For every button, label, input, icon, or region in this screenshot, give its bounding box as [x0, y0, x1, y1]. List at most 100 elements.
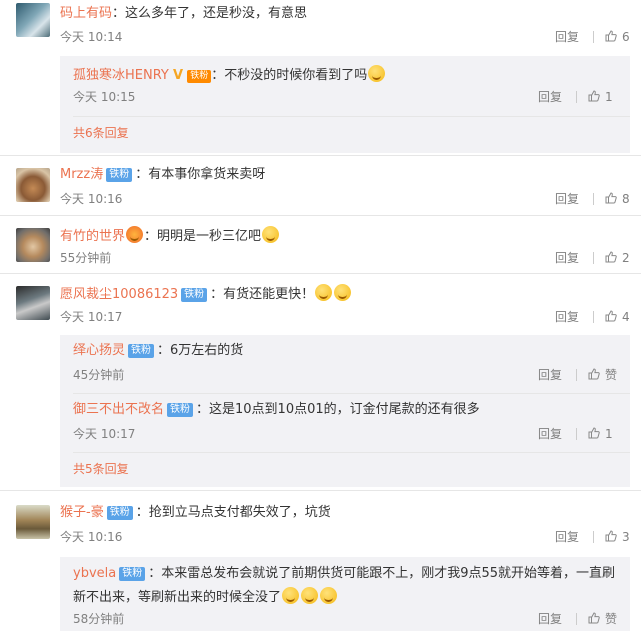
reply-time: 45分钟前: [73, 368, 125, 382]
comment-username[interactable]: 猴子-豪: [60, 505, 104, 520]
like-count: 4: [622, 310, 630, 324]
comment-text: ：抢到立马点支付都失效了，坑货: [135, 505, 331, 520]
reply-time: 今天 10:17: [73, 427, 136, 441]
divider: [576, 369, 577, 381]
thumbs-up-icon: [605, 310, 617, 322]
comment-username[interactable]: 码上有码: [60, 6, 112, 21]
thumbs-up-icon: [605, 192, 617, 204]
reply-button[interactable]: 回复: [538, 611, 562, 627]
comment-time: 今天 10:16: [60, 530, 123, 544]
like-label: 赞: [605, 612, 618, 626]
reply-username[interactable]: 御三不出不改名: [73, 402, 164, 417]
divider: [0, 490, 641, 491]
verified-v-icon: V: [173, 68, 184, 83]
divider: [0, 155, 641, 156]
divider: [0, 215, 641, 216]
like-button[interactable]: 1: [588, 426, 613, 442]
emoji-icon: [282, 587, 300, 604]
divider: [593, 311, 594, 323]
reply-username[interactable]: 绎心扬灵: [73, 343, 125, 358]
fan-badge: 铁粉: [106, 506, 133, 520]
reply-button[interactable]: 回复: [555, 29, 579, 45]
comment-username[interactable]: Mrzz涛: [60, 167, 103, 182]
thumbs-up-icon: [605, 30, 617, 42]
comment-item: Mrzz涛 铁粉 ：有本事你拿货来卖呀 今天 10:16 回复 8: [0, 160, 641, 218]
divider: [576, 428, 577, 440]
like-count: 3: [622, 530, 630, 544]
thumbs-up-icon: [605, 251, 617, 263]
thumbs-up-icon: [588, 368, 600, 380]
divider: [0, 273, 641, 274]
like-label: 赞: [605, 368, 618, 382]
comment-text: ：有货还能更快！: [210, 287, 315, 302]
divider: [73, 116, 630, 117]
reply-thread: 孤独寒冰HENRY V 铁粉 ：不秒没的时候你看到了吗 今天 10:15 回复 1…: [60, 56, 630, 153]
like-button[interactable]: 1: [588, 89, 613, 105]
reply-button[interactable]: 回复: [555, 309, 579, 325]
avatar[interactable]: [16, 3, 50, 37]
reply-button[interactable]: 回复: [555, 529, 579, 545]
thumbs-up-icon: [605, 530, 617, 542]
fan-badge: 铁粉: [181, 288, 208, 302]
reply-text-continued: 新不出来，等刷新出来的时候全没了: [73, 590, 282, 605]
comment-item: 猴子-豪 铁粉 ：抢到立马点支付都失效了，坑货 今天 10:16 回复 3 ybve…: [0, 495, 641, 631]
fan-badge: 铁粉: [119, 567, 146, 581]
like-button[interactable]: 赞: [588, 367, 617, 383]
reply-username[interactable]: 孤独寒冰HENRY: [73, 68, 169, 83]
emoji-icon: [334, 284, 352, 301]
fan-badge: 铁粉: [128, 344, 155, 358]
reply-text: ：本来雷总发布会就说了前期供货可能跟不上，刚才我9点55就开始等着，一直刷: [148, 566, 616, 581]
comment-text: ：明明是一秒三亿吧: [144, 229, 262, 244]
more-replies-link[interactable]: 共5条回复: [73, 461, 129, 477]
like-count: 1: [605, 427, 613, 441]
comment-time: 55分钟前: [60, 251, 112, 265]
thumbs-up-icon: [588, 90, 600, 102]
reply-text: ：这是10点到10点01的，订金付尾款的还有很多: [196, 402, 480, 417]
reply-button[interactable]: 回复: [538, 367, 562, 383]
comment-item: 有竹的世界 ：明明是一秒三亿吧 55分钟前 回复 2: [0, 220, 641, 276]
like-button[interactable]: 4: [605, 309, 630, 325]
divider: [576, 91, 577, 103]
like-button[interactable]: 3: [605, 529, 630, 545]
comment-text: ：这么多年了，还是秒没，有意思: [112, 6, 308, 21]
emoji-icon: [301, 587, 319, 604]
reply-button[interactable]: 回复: [555, 250, 579, 266]
divider: [593, 252, 594, 264]
more-replies-link[interactable]: 共6条回复: [73, 125, 129, 141]
comment-time: 今天 10:17: [60, 310, 123, 324]
comment-item: 码上有码：这么多年了，还是秒没，有意思 今天 10:14 回复 6 孤独寒冰HE…: [0, 0, 641, 160]
divider: [593, 31, 594, 43]
reply-button[interactable]: 回复: [555, 191, 579, 207]
comment-item: 愿风裁尘10086123 铁粉 ：有货还能更快！ 今天 10:17 回复 4 绎心扬…: [0, 278, 641, 490]
divider: [593, 531, 594, 543]
reply-text: ：不秒没的时候你看到了吗: [211, 68, 368, 83]
avatar[interactable]: [16, 505, 50, 539]
like-button[interactable]: 2: [605, 250, 630, 266]
avatar[interactable]: [16, 168, 50, 202]
emoji-icon: [368, 65, 386, 82]
like-button[interactable]: 赞: [588, 611, 617, 627]
comment-username[interactable]: 愿风裁尘10086123: [60, 287, 178, 302]
comment-text: ：有本事你拿货来卖呀: [135, 167, 266, 182]
reply-button[interactable]: 回复: [538, 89, 562, 105]
reply-username[interactable]: ybvela: [73, 566, 116, 581]
avatar[interactable]: [16, 228, 50, 262]
divider: [593, 193, 594, 205]
like-count: 6: [622, 30, 630, 44]
reply-thread: ybvela 铁粉 ：本来雷总发布会就说了前期供货可能跟不上，刚才我9点55就开始等…: [60, 557, 630, 631]
comment-time: 今天 10:14: [60, 30, 123, 44]
avatar[interactable]: [16, 286, 50, 320]
divider: [73, 452, 630, 453]
reply-time: 今天 10:15: [73, 90, 136, 104]
like-button[interactable]: 8: [605, 191, 630, 207]
reply-text: ：6万左右的货: [157, 343, 244, 358]
comment-username[interactable]: 有竹的世界: [60, 229, 125, 244]
thumbs-up-icon: [588, 612, 600, 624]
emoji-icon: [315, 284, 333, 301]
thumbs-up-icon: [588, 427, 600, 439]
divider: [576, 613, 577, 625]
like-count: 1: [605, 90, 613, 104]
fan-badge: 铁粉: [106, 168, 133, 182]
reply-button[interactable]: 回复: [538, 426, 562, 442]
like-button[interactable]: 6: [605, 29, 630, 45]
